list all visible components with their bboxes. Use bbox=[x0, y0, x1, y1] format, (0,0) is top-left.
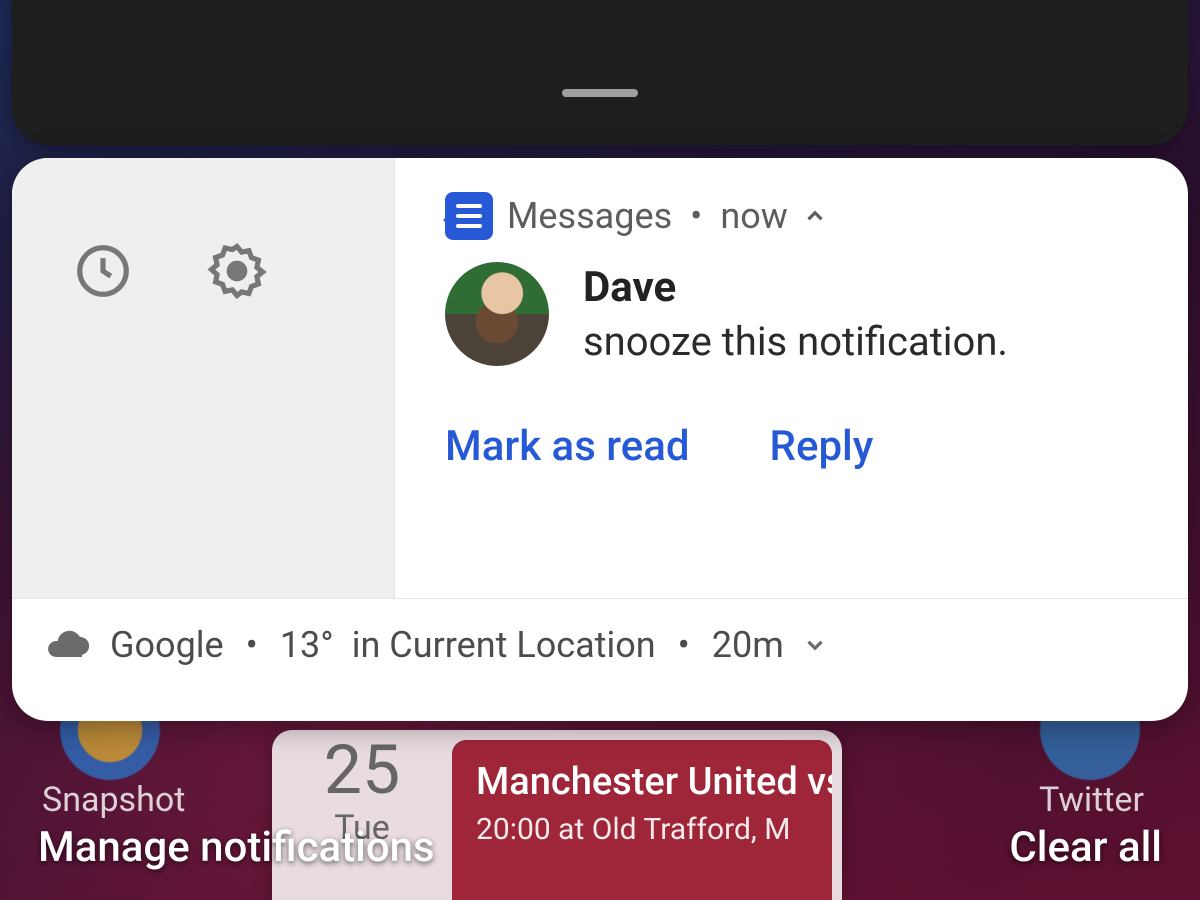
notification-sender: Dave bbox=[583, 263, 1008, 312]
notification-action-row: Mark as read Reply bbox=[445, 422, 1146, 471]
manage-notifications-button[interactable]: Manage notifications bbox=[38, 823, 435, 872]
separator-dot: • bbox=[674, 624, 694, 666]
shade-footer: Manage notifications Clear all bbox=[0, 823, 1200, 900]
notification-message: snooze this notification. bbox=[583, 318, 1008, 365]
notification-app-name: Messages bbox=[507, 195, 672, 237]
settings-icon[interactable] bbox=[206, 240, 268, 302]
reply-button[interactable]: Reply bbox=[770, 422, 874, 471]
snooze-icon[interactable] bbox=[72, 240, 134, 302]
weather-notification[interactable]: Google • 13° in Current Location • 20m bbox=[12, 598, 1188, 721]
messages-app-icon bbox=[445, 192, 493, 240]
home-app-label: Snapshot bbox=[42, 780, 185, 820]
notification-content[interactable]: Messages • now Dave snooze this notifica… bbox=[394, 158, 1188, 598]
weather-temp: 13° bbox=[280, 624, 334, 666]
panel-drag-handle[interactable] bbox=[562, 89, 638, 97]
weather-location: in Current Location bbox=[352, 624, 656, 666]
calendar-event-title: Manchester United vs D bbox=[476, 760, 808, 804]
collapse-icon[interactable] bbox=[802, 203, 828, 229]
notification-expanded[interactable]: Messages • now Dave snooze this notifica… bbox=[12, 158, 1188, 598]
expand-icon[interactable] bbox=[802, 632, 828, 658]
clear-all-button[interactable]: Clear all bbox=[1009, 823, 1162, 872]
weather-source: Google bbox=[110, 624, 224, 666]
notification-shade: Messages • now Dave snooze this notifica… bbox=[12, 158, 1188, 721]
notification-header[interactable]: Messages • now bbox=[445, 192, 1146, 240]
quick-settings-panel[interactable] bbox=[12, 0, 1188, 145]
cloud-icon bbox=[44, 621, 92, 669]
mark-as-read-button[interactable]: Mark as read bbox=[445, 422, 690, 471]
separator-dot: • bbox=[242, 624, 262, 666]
sender-avatar bbox=[445, 262, 549, 366]
calendar-day-number: 25 bbox=[272, 736, 452, 804]
notification-time: now bbox=[720, 195, 787, 237]
separator-dot: • bbox=[686, 195, 706, 237]
notification-swipe-actions bbox=[12, 158, 394, 598]
notification-body: Dave snooze this notification. bbox=[445, 262, 1146, 366]
weather-age: 20m bbox=[712, 624, 784, 666]
home-app-label: Twitter bbox=[1039, 780, 1144, 820]
